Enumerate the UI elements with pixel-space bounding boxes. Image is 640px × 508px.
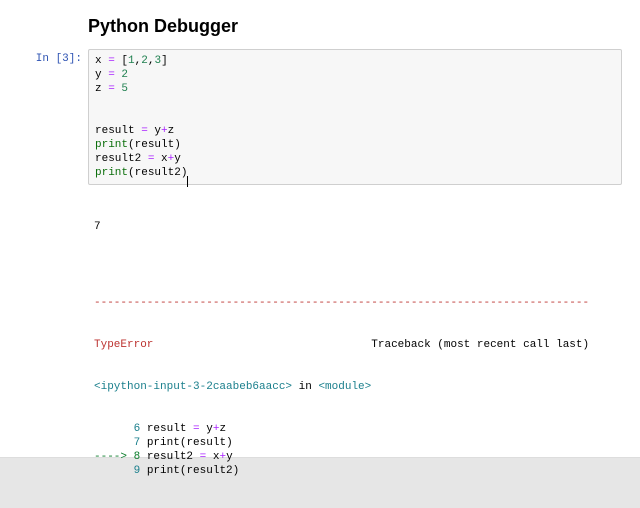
- notebook-page: Python Debugger In [3]: x = [1,2,3] y = …: [0, 0, 640, 458]
- traceback-frames: 6 result = y+z 7 print(result) ----> 8 r…: [94, 422, 616, 478]
- traceback-separator: ----------------------------------------…: [94, 296, 616, 310]
- code-cell-executed: In [3]: x = [1,2,3] y = 2 z = 5 result =…: [18, 49, 622, 508]
- cell-prompt: In [3]:: [18, 49, 88, 66]
- code-input-area[interactable]: x = [1,2,3] y = 2 z = 5 result = y+z pri…: [88, 49, 622, 185]
- page-title: Python Debugger: [88, 16, 622, 37]
- stdout-line: 7: [94, 220, 616, 234]
- cell-output: 7 --------------------------------------…: [88, 189, 622, 508]
- traceback-source: <ipython-input-3-2caabeb6aacc> in <modul…: [94, 380, 616, 394]
- traceback-header: TypeError Traceback (most recent call la…: [94, 338, 616, 352]
